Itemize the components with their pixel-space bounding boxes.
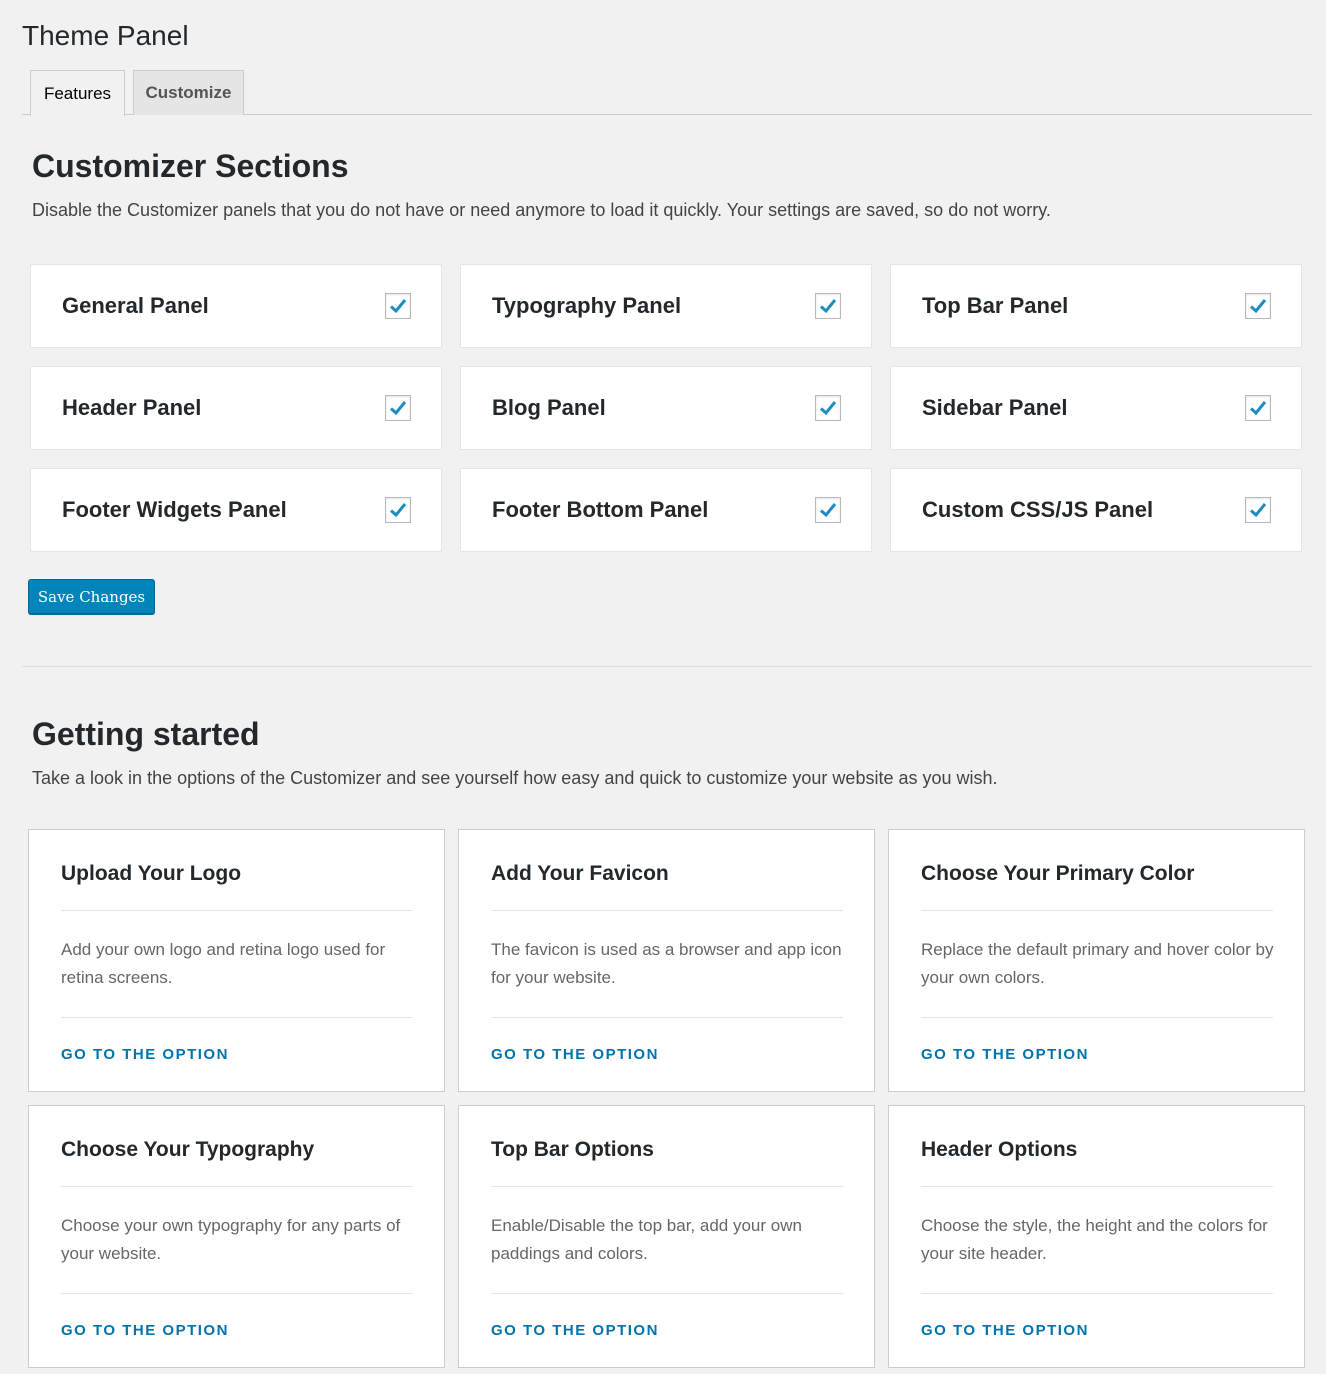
card-top-bar-options: Top Bar Options Enable/Disable the top b… (458, 1105, 875, 1368)
panel-label: Footer Widgets Panel (62, 497, 287, 522)
panel-label: Header Panel (62, 395, 202, 420)
checkmark-icon (819, 401, 837, 416)
page-title: Theme Panel (22, 20, 189, 51)
panel-header: Header Panel (30, 366, 442, 450)
getting-started-title: Getting started (32, 716, 260, 752)
card-divider (61, 910, 413, 911)
checkmark-icon (389, 503, 407, 518)
panel-label: Blog Panel (492, 395, 606, 420)
panel-custom-css-js: Custom CSS/JS Panel (890, 468, 1302, 552)
card-divider (921, 1017, 1273, 1018)
card-description: The favicon is used as a browser and app… (491, 940, 842, 987)
card-title: Top Bar Options (491, 1138, 654, 1161)
panel-footer-bottom-checkbox[interactable] (815, 497, 841, 523)
panel-footer-bottom: Footer Bottom Panel (460, 468, 872, 552)
checkmark-icon (389, 401, 407, 416)
panel-custom-css-js-checkbox[interactable] (1245, 497, 1271, 523)
panel-header-checkbox[interactable] (385, 395, 411, 421)
panel-top-bar: Top Bar Panel (890, 264, 1302, 348)
panel-general-checkbox[interactable] (385, 293, 411, 319)
tab-customize[interactable]: Customize (133, 70, 244, 115)
card-title: Choose Your Primary Color (921, 862, 1195, 885)
save-changes-button[interactable]: Save Changes (28, 579, 155, 614)
panel-label: Typography Panel (492, 293, 682, 318)
panel-blog: Blog Panel (460, 366, 872, 450)
panel-sidebar-checkbox[interactable] (1245, 395, 1271, 421)
panel-typography-checkbox[interactable] (815, 293, 841, 319)
panel-label: Footer Bottom Panel (492, 497, 709, 522)
card-divider (921, 1186, 1273, 1187)
checkmark-icon (1249, 503, 1267, 518)
go-to-option-link[interactable]: GO TO THE OPTION (921, 1046, 1089, 1063)
panel-sidebar: Sidebar Panel (890, 366, 1302, 450)
card-upload-logo: Upload Your Logo Add your own logo and r… (28, 829, 445, 1092)
card-description: Add your own logo and retina logo used f… (61, 940, 386, 987)
panel-label: Custom CSS/JS Panel (922, 497, 1154, 522)
card-typography: Choose Your Typography Choose your own t… (28, 1105, 445, 1368)
panel-blog-checkbox[interactable] (815, 395, 841, 421)
tab-features[interactable]: Features (30, 70, 125, 116)
section-divider (22, 666, 1312, 667)
card-title: Choose Your Typography (61, 1138, 315, 1161)
card-description: Replace the default primary and hover co… (921, 940, 1274, 987)
card-divider (921, 910, 1273, 911)
card-title: Header Options (921, 1138, 1078, 1161)
card-divider (61, 1186, 413, 1187)
checkmark-icon (1249, 401, 1267, 416)
panel-label: Top Bar Panel (922, 293, 1069, 318)
go-to-option-link[interactable]: GO TO THE OPTION (491, 1046, 659, 1063)
checkmark-icon (389, 299, 407, 314)
panel-typography: Typography Panel (460, 264, 872, 348)
card-divider (921, 1293, 1273, 1294)
panel-label: Sidebar Panel (922, 395, 1068, 420)
getting-started-description: Take a look in the options of the Custom… (32, 768, 998, 788)
card-header-options: Header Options Choose the style, the hei… (888, 1105, 1305, 1368)
panel-footer-widgets-checkbox[interactable] (385, 497, 411, 523)
go-to-option-link[interactable]: GO TO THE OPTION (61, 1046, 229, 1063)
card-description: Choose your own typography for any parts… (61, 1216, 401, 1263)
card-title: Upload Your Logo (61, 862, 242, 885)
go-to-option-link[interactable]: GO TO THE OPTION (491, 1322, 659, 1339)
panel-top-bar-checkbox[interactable] (1245, 293, 1271, 319)
checkmark-icon (1249, 299, 1267, 314)
card-primary-color: Choose Your Primary Color Replace the de… (888, 829, 1305, 1092)
go-to-option-link[interactable]: GO TO THE OPTION (61, 1322, 229, 1339)
card-divider (491, 910, 843, 911)
customizer-sections-title: Customizer Sections (32, 148, 349, 184)
card-divider (61, 1293, 413, 1294)
card-description: Enable/Disable the top bar, add your own… (491, 1216, 802, 1263)
card-divider (491, 1293, 843, 1294)
card-add-favicon: Add Your Favicon The favicon is used as … (458, 829, 875, 1092)
checkmark-icon (819, 503, 837, 518)
panel-general: General Panel (30, 264, 442, 348)
card-title: Add Your Favicon (491, 862, 669, 885)
panel-footer-widgets: Footer Widgets Panel (30, 468, 442, 552)
panel-label: General Panel (62, 293, 209, 318)
card-divider (61, 1017, 413, 1018)
customizer-sections-description: Disable the Customizer panels that you d… (32, 200, 1051, 220)
go-to-option-link[interactable]: GO TO THE OPTION (921, 1322, 1089, 1339)
nav-tabs: Features Customize (22, 70, 1312, 116)
card-description: Choose the style, the height and the col… (921, 1216, 1268, 1263)
checkmark-icon (819, 299, 837, 314)
card-divider (491, 1017, 843, 1018)
card-divider (491, 1186, 843, 1187)
